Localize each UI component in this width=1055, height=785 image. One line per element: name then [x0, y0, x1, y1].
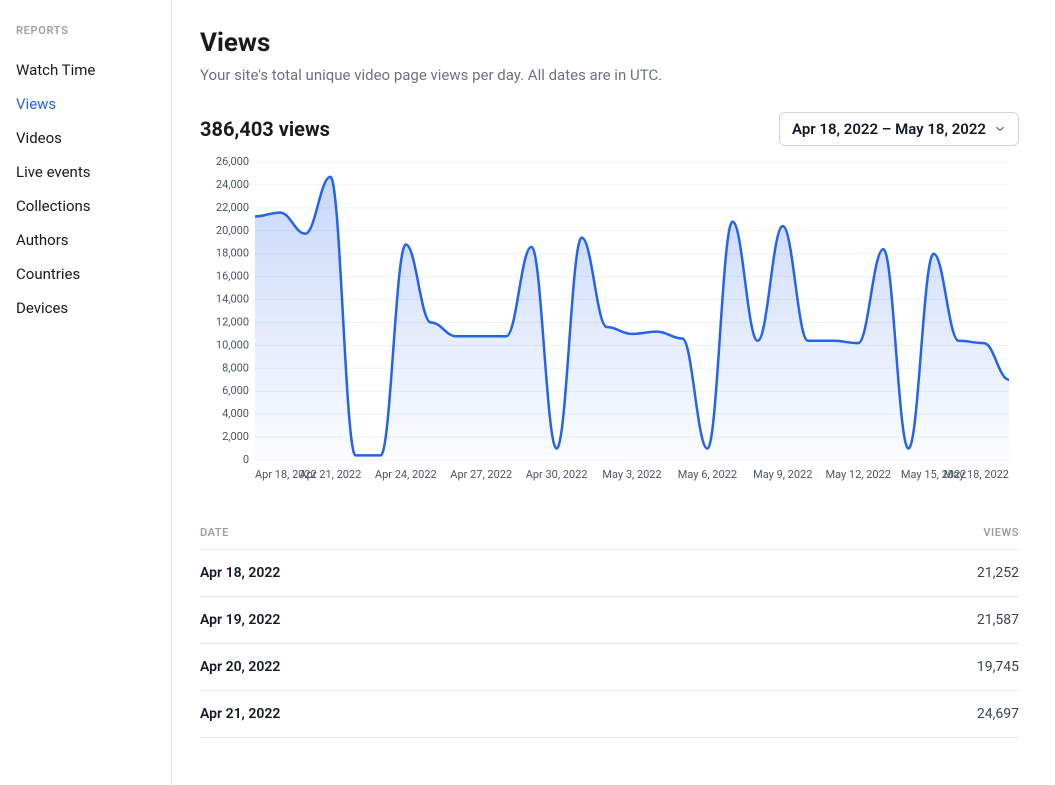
svg-text:18,000: 18,000 [216, 247, 249, 260]
page-subtitle: Your site's total unique video page view… [200, 66, 1019, 84]
summary-row: 386,403 views Apr 18, 2022 – May 18, 202… [200, 112, 1019, 146]
table-row: Apr 20, 2022 19,745 [200, 644, 1019, 691]
svg-text:May 3, 2022: May 3, 2022 [602, 468, 661, 481]
svg-text:0: 0 [243, 453, 249, 466]
svg-text:10,000: 10,000 [216, 338, 249, 351]
date-range-picker[interactable]: Apr 18, 2022 – May 18, 2022 [779, 112, 1019, 146]
table-cell-date: Apr 21, 2022 [200, 706, 280, 722]
svg-text:Apr 30, 2022: Apr 30, 2022 [526, 468, 588, 481]
svg-text:26,000: 26,000 [216, 156, 249, 168]
sidebar-item-label: Collections [16, 197, 91, 215]
svg-text:24,000: 24,000 [216, 178, 249, 191]
chevron-down-icon [994, 123, 1006, 135]
svg-text:May 18, 2022: May 18, 2022 [944, 468, 1009, 481]
svg-text:Apr 27, 2022: Apr 27, 2022 [450, 468, 512, 481]
sidebar-item-live-events[interactable]: Live events [16, 155, 155, 189]
sidebar-item-videos[interactable]: Videos [16, 121, 155, 155]
views-chart: 0 2,000 4,000 6,000 8,000 10,000 12,000 14,000 1… [200, 156, 1019, 486]
sidebar: REPORTS Watch Time Views Videos Live events… [0, 0, 172, 785]
sidebar-item-authors[interactable]: Authors [16, 223, 155, 257]
date-range-label: Apr 18, 2022 – May 18, 2022 [792, 120, 986, 138]
table-row: Apr 19, 2022 21,587 [200, 597, 1019, 644]
sidebar-heading: REPORTS [16, 24, 155, 37]
table-row: Apr 18, 2022 21,252 [200, 550, 1019, 597]
svg-text:4,000: 4,000 [222, 407, 249, 420]
table-row: Apr 21, 2022 24,697 [200, 691, 1019, 738]
sidebar-item-views[interactable]: Views [16, 87, 155, 121]
views-table: DATE VIEWS Apr 18, 2022 21,252 Apr 19, 202… [200, 526, 1019, 738]
table-cell-views: 21,252 [977, 565, 1019, 581]
svg-text:12,000: 12,000 [216, 315, 249, 328]
svg-text:22,000: 22,000 [216, 201, 249, 214]
svg-text:Apr 21, 2022: Apr 21, 2022 [300, 468, 362, 481]
table-header-row: DATE VIEWS [200, 526, 1019, 550]
svg-text:16,000: 16,000 [216, 270, 249, 283]
sidebar-item-collections[interactable]: Collections [16, 189, 155, 223]
sidebar-item-label: Devices [16, 299, 68, 317]
sidebar-item-label: Authors [16, 231, 69, 249]
table-cell-date: Apr 19, 2022 [200, 612, 280, 628]
svg-text:May 6, 2022: May 6, 2022 [678, 468, 737, 481]
sidebar-item-label: Watch Time [16, 61, 95, 79]
sidebar-item-label: Views [16, 95, 56, 113]
svg-text:May 12, 2022: May 12, 2022 [825, 468, 890, 481]
table-cell-views: 21,587 [977, 612, 1019, 628]
total-views-count: 386,403 views [200, 117, 330, 141]
sidebar-item-label: Countries [16, 265, 80, 283]
table-header-date: DATE [200, 526, 229, 539]
svg-text:20,000: 20,000 [216, 224, 249, 237]
table-header-views: VIEWS [983, 526, 1019, 539]
svg-text:2,000: 2,000 [222, 430, 249, 443]
sidebar-list: Watch Time Views Videos Live events Collecti… [16, 53, 155, 325]
svg-text:6,000: 6,000 [222, 384, 249, 397]
svg-text:Apr 24, 2022: Apr 24, 2022 [375, 468, 437, 481]
table-cell-date: Apr 20, 2022 [200, 659, 280, 675]
main-content: Views Your site's total unique video pag… [172, 0, 1055, 785]
page-title: Views [200, 28, 1019, 58]
svg-text:May 9, 2022: May 9, 2022 [753, 468, 812, 481]
sidebar-item-devices[interactable]: Devices [16, 291, 155, 325]
svg-text:14,000: 14,000 [216, 293, 249, 306]
sidebar-item-countries[interactable]: Countries [16, 257, 155, 291]
sidebar-item-label: Live events [16, 163, 91, 181]
table-cell-views: 19,745 [977, 659, 1019, 675]
sidebar-item-label: Videos [16, 129, 62, 147]
svg-text:8,000: 8,000 [222, 361, 249, 374]
table-cell-date: Apr 18, 2022 [200, 565, 280, 581]
table-cell-views: 24,697 [977, 706, 1019, 722]
sidebar-item-watch-time[interactable]: Watch Time [16, 53, 155, 87]
